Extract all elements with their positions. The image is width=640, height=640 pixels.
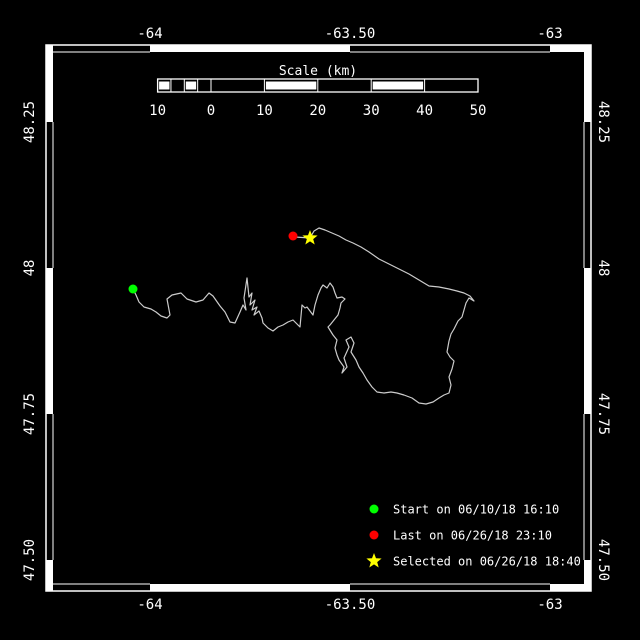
start-marker[interactable] xyxy=(129,285,138,294)
lon-tick-label-bottom: -63.50 xyxy=(325,597,376,613)
scale-bar-tick-label: 10 xyxy=(256,103,273,119)
drift-track[interactable] xyxy=(133,228,474,404)
track-markers[interactable] xyxy=(129,230,318,294)
scale-bar-tick-label: 30 xyxy=(363,103,380,119)
scale-bar-tick-label: 10 xyxy=(149,103,166,119)
legend-last-icon xyxy=(370,531,379,540)
border-band-left xyxy=(46,560,53,591)
drift-track-path[interactable] xyxy=(133,228,474,404)
lat-tick-label-right: 47.75 xyxy=(595,393,611,435)
scale-bar-tick-label: 0 xyxy=(207,103,215,119)
lat-tick-label-left: 48 xyxy=(22,260,38,277)
scale-bar: Scale (km) 10 0 10 20 30 40 50 xyxy=(149,64,486,119)
lon-tick-label-top: -64 xyxy=(137,26,162,42)
lon-tick-label-top: -63 xyxy=(537,26,562,42)
scale-bar-filled-segment xyxy=(186,82,196,90)
scale-bar-filled-segment xyxy=(373,82,423,90)
legend-start-icon xyxy=(370,505,379,514)
scale-bar-filled-segment xyxy=(266,82,316,90)
scale-bar-title: Scale (km) xyxy=(279,64,357,79)
lat-tick-label-right: 47.50 xyxy=(595,539,611,581)
lat-tick-label-right: 48.25 xyxy=(595,101,611,143)
scale-bar-tick-label: 20 xyxy=(309,103,326,119)
lat-tick-label-left: 48.25 xyxy=(22,101,38,143)
last-marker[interactable] xyxy=(289,232,298,241)
lon-tick-label-top: -63.50 xyxy=(325,26,376,42)
legend-label: Start on 06/10/18 16:10 xyxy=(393,503,559,517)
lon-tick-label-bottom: -63 xyxy=(537,597,562,613)
lon-tick-label-bottom: -64 xyxy=(137,597,162,613)
lat-tick-label-left: 47.75 xyxy=(22,393,38,435)
selected-marker-star[interactable] xyxy=(302,230,317,245)
border-band-right xyxy=(584,45,591,122)
border-band-right xyxy=(584,268,591,414)
border-band-left xyxy=(46,268,53,414)
legend: Start on 06/10/18 16:10 Last on 06/26/18 … xyxy=(366,503,580,569)
border-band-right xyxy=(584,560,591,591)
scale-bar-tick-label: 50 xyxy=(470,103,487,119)
legend-label: Selected on 06/26/18 18:40 xyxy=(393,555,581,569)
scale-bar-filled-segment xyxy=(159,82,169,90)
legend-label: Last on 06/26/18 23:10 xyxy=(393,529,552,543)
lat-tick-label-left: 47.50 xyxy=(22,539,38,581)
border-band-bottom xyxy=(150,584,350,591)
scale-bar-tick-label: 40 xyxy=(416,103,433,119)
lat-tick-label-right: 48 xyxy=(595,260,611,277)
border-band-left xyxy=(46,45,53,122)
legend-selected-star-icon xyxy=(366,553,381,568)
border-band-top xyxy=(150,45,350,52)
map-plot[interactable]: -64 -64 -63.50 -63.50 -63 -63 48.25 48.25 48 48 47… xyxy=(0,0,640,640)
